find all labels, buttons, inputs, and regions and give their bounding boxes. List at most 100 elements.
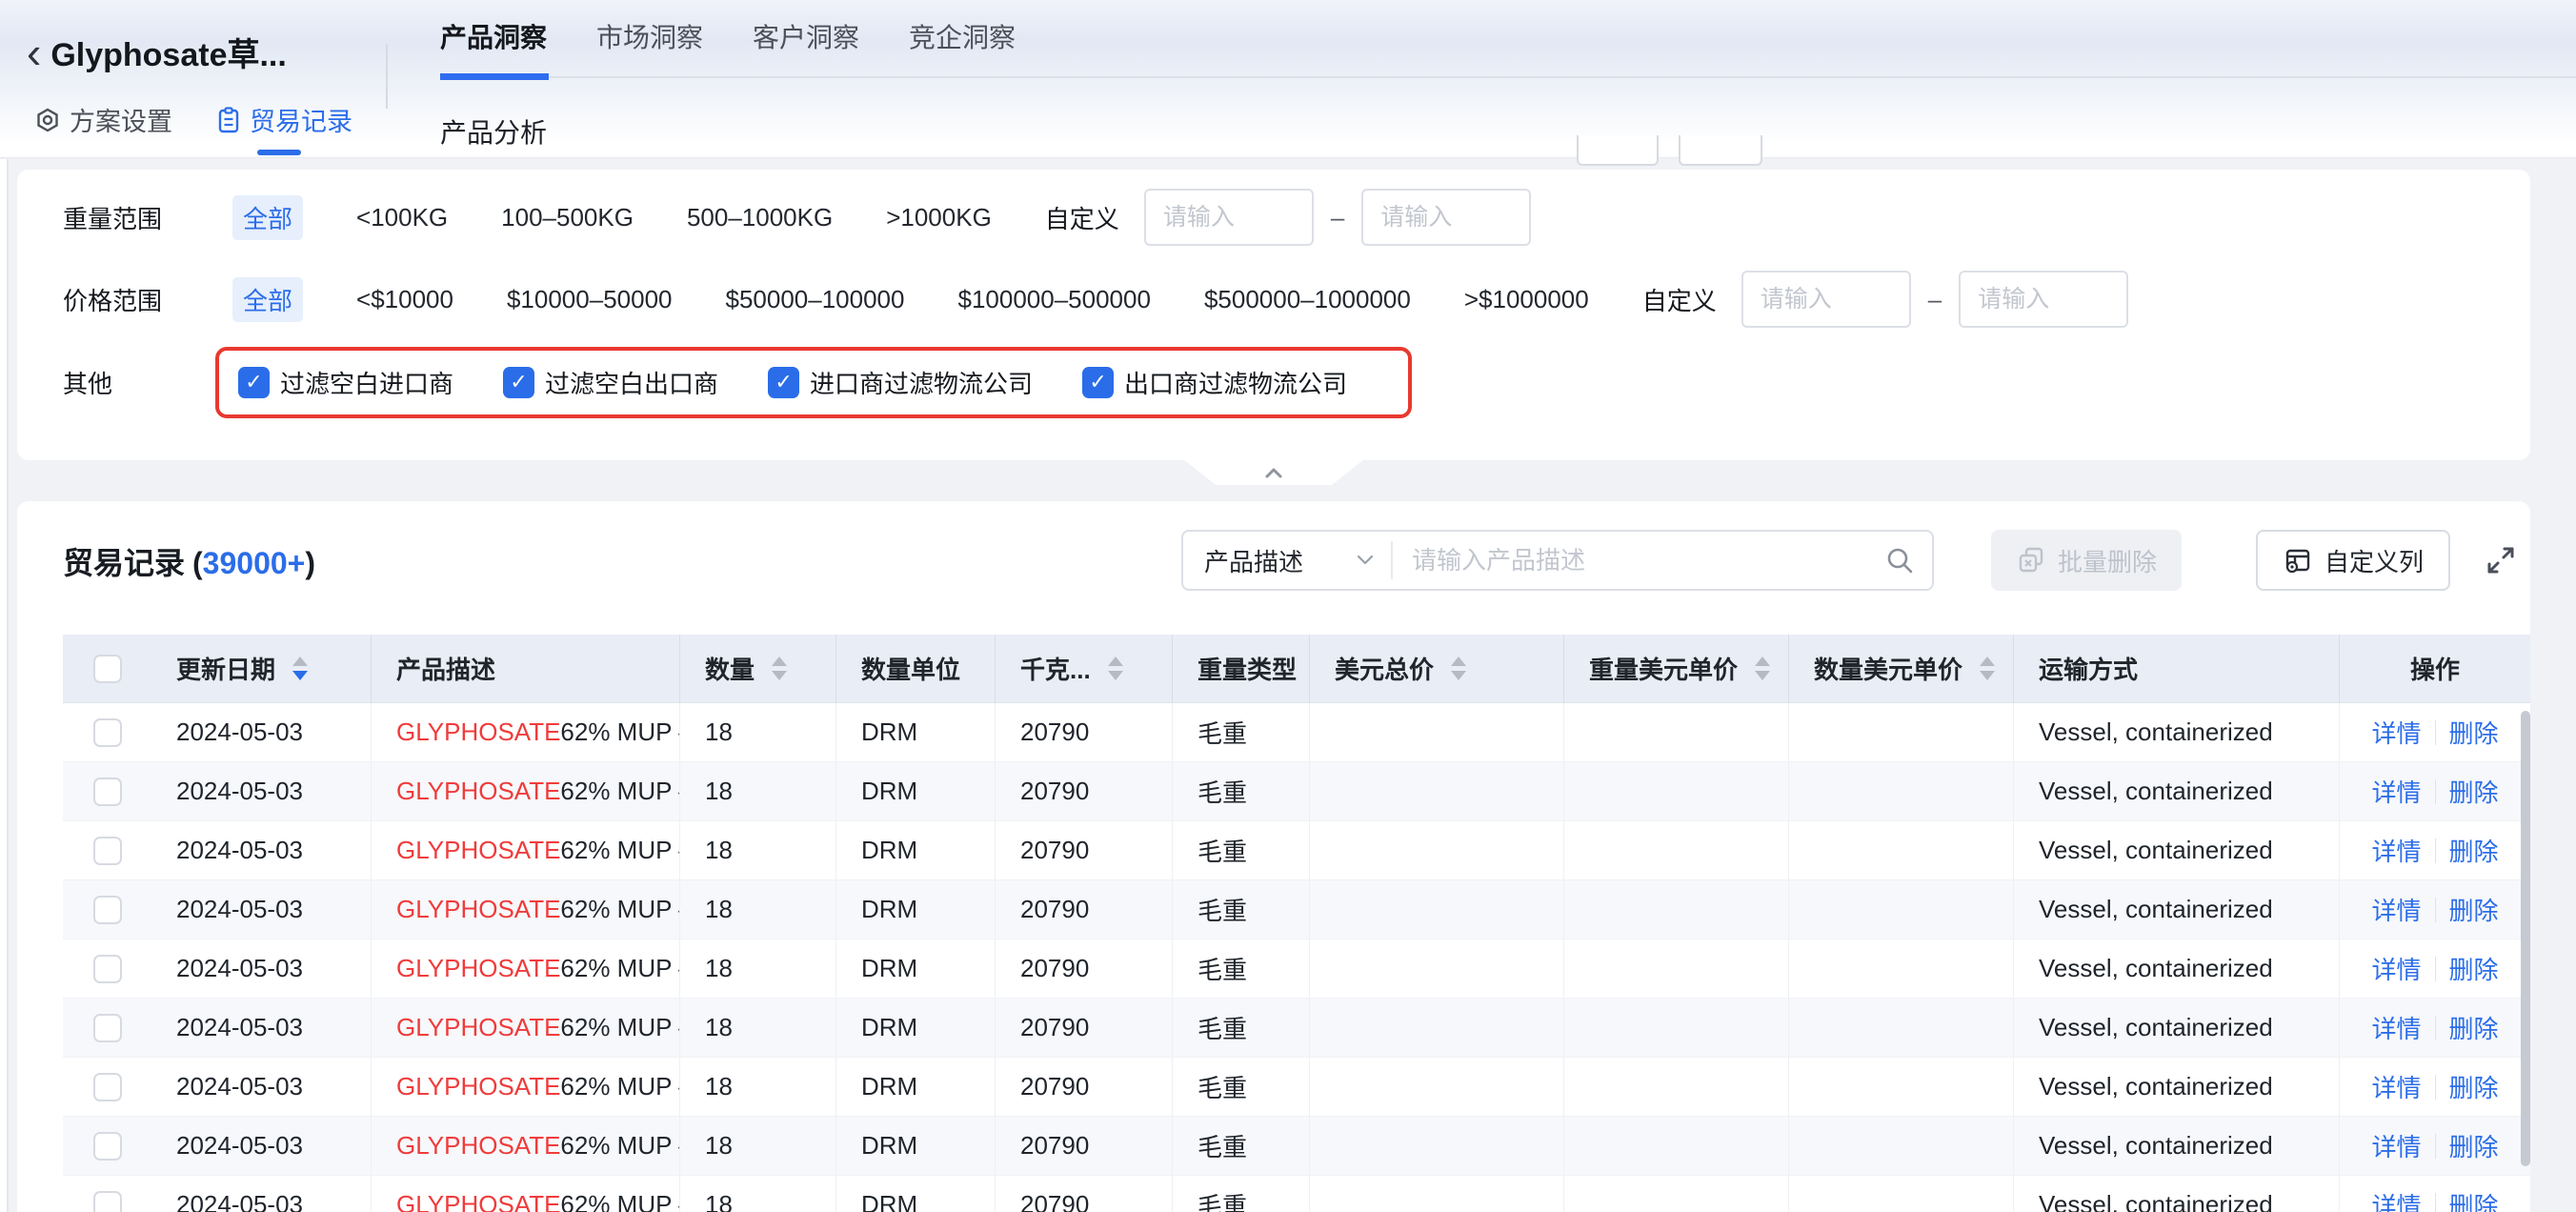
- table-row: 2024-05-03GLYPHOSATE 62% MUP – I...18DRM…: [63, 703, 2530, 762]
- price-option[interactable]: >$1000000: [1464, 285, 1589, 314]
- weight-option[interactable]: 全部: [232, 195, 303, 240]
- detail-link[interactable]: 详情: [2371, 774, 2421, 809]
- row-checkbox[interactable]: [93, 955, 122, 983]
- row-checkbox[interactable]: [93, 1073, 122, 1101]
- row-checkbox[interactable]: [93, 718, 122, 747]
- checkbox-checked-icon[interactable]: ✓: [1082, 367, 1114, 398]
- column-header-label: 运输方式: [2039, 651, 2138, 686]
- tab-market-insight[interactable]: 市场洞察: [596, 17, 703, 55]
- row-checkbox[interactable]: [93, 837, 122, 865]
- detail-link[interactable]: 详情: [2371, 1187, 2421, 1212]
- sort-icon[interactable]: [292, 656, 308, 680]
- tab-competitor-insight[interactable]: 竞企洞察: [909, 17, 1016, 55]
- cell-product-description: GLYPHOSATE 62% MUP – I...: [372, 999, 680, 1058]
- row-checkbox[interactable]: [93, 1191, 122, 1212]
- clipped-input[interactable]: [1679, 135, 1762, 166]
- subnav-item-trade-records[interactable]: 贸易记录: [216, 101, 352, 138]
- detail-link[interactable]: 详情: [2371, 833, 2421, 868]
- detail-link[interactable]: 详情: [2371, 1128, 2421, 1163]
- column-header[interactable]: 数量: [680, 635, 836, 703]
- cell-usd-unit-quantity: [1789, 1117, 2014, 1176]
- weight-min-input[interactable]: [1144, 189, 1314, 246]
- select-all-checkbox[interactable]: [93, 655, 122, 683]
- tab-customer-insight[interactable]: 客户洞察: [753, 17, 859, 55]
- sort-icon[interactable]: [1451, 656, 1466, 680]
- price-custom-label[interactable]: 自定义: [1642, 282, 1717, 317]
- price-min-input[interactable]: [1741, 271, 1911, 328]
- sort-icon[interactable]: [772, 656, 787, 680]
- delete-link[interactable]: 删除: [2449, 1069, 2499, 1104]
- weight-option[interactable]: 100–500KG: [501, 203, 634, 232]
- column-header[interactable]: 更新日期: [151, 635, 372, 703]
- filter-checkbox-item[interactable]: ✓进口商过滤物流公司: [768, 365, 1033, 400]
- row-checkbox[interactable]: [93, 778, 122, 806]
- price-option[interactable]: $50000–100000: [726, 285, 905, 314]
- weight-option[interactable]: <100KG: [356, 203, 448, 232]
- product-description-text: 62% MUP – I...: [560, 954, 680, 983]
- back-icon[interactable]: ‹: [27, 33, 41, 71]
- checkbox-checked-icon[interactable]: ✓: [768, 367, 799, 398]
- weight-custom-label[interactable]: 自定义: [1045, 200, 1119, 235]
- row-checkbox[interactable]: [93, 1132, 122, 1161]
- search-field-select[interactable]: 产品描述: [1183, 543, 1391, 578]
- price-option[interactable]: <$10000: [356, 285, 453, 314]
- delete-link[interactable]: 删除: [2449, 833, 2499, 868]
- price-max-input[interactable]: [1959, 271, 2128, 328]
- price-option[interactable]: $100000–500000: [957, 285, 1150, 314]
- cell-product-description: GLYPHOSATE 62% MUP – I...: [372, 939, 680, 999]
- price-option[interactable]: $10000–50000: [507, 285, 673, 314]
- row-checkbox[interactable]: [93, 896, 122, 924]
- delete-link[interactable]: 删除: [2449, 715, 2499, 750]
- subnav-item-scheme-settings[interactable]: 方案设置: [34, 101, 172, 138]
- cell-weight-type: 毛重: [1173, 1176, 1310, 1212]
- weight-max-input[interactable]: [1361, 189, 1531, 246]
- tab-product-analysis[interactable]: 产品分析: [440, 112, 547, 151]
- sub-nav: 方案设置 贸易记录: [34, 101, 352, 138]
- filter-checkbox-item[interactable]: ✓过滤空白出口商: [503, 365, 718, 400]
- filter-checkbox-item[interactable]: ✓出口商过滤物流公司: [1082, 365, 1347, 400]
- column-header[interactable]: 美元总价: [1310, 635, 1564, 703]
- cell-usd-unit-weight: [1564, 939, 1789, 999]
- delete-link[interactable]: 删除: [2449, 1010, 2499, 1045]
- column-header[interactable]: 千克...: [996, 635, 1173, 703]
- column-header[interactable]: 数量美元单价: [1789, 635, 2014, 703]
- batch-delete-button[interactable]: 批量删除: [1991, 530, 2182, 591]
- sort-icon[interactable]: [1108, 656, 1123, 680]
- detail-link[interactable]: 详情: [2371, 1010, 2421, 1045]
- delete-link[interactable]: 删除: [2449, 1128, 2499, 1163]
- cell-usd-total: [1310, 821, 1564, 880]
- checkbox-checked-icon[interactable]: ✓: [503, 367, 534, 398]
- cell-actions: 详情 删除: [2340, 1176, 2530, 1212]
- vertical-scrollbar[interactable]: [2521, 711, 2530, 1166]
- weight-option[interactable]: 500–1000KG: [687, 203, 833, 232]
- price-option[interactable]: 全部: [232, 277, 303, 322]
- delete-link[interactable]: 删除: [2449, 774, 2499, 809]
- sort-icon[interactable]: [1755, 656, 1770, 680]
- delete-link[interactable]: 删除: [2449, 892, 2499, 927]
- delete-link[interactable]: 删除: [2449, 1187, 2499, 1212]
- weight-option[interactable]: >1000KG: [886, 203, 992, 232]
- custom-columns-button[interactable]: 自定义列: [2256, 530, 2450, 591]
- tab-product-insight[interactable]: 产品洞察: [440, 17, 547, 55]
- detail-link[interactable]: 详情: [2371, 892, 2421, 927]
- fullscreen-icon[interactable]: [2485, 544, 2517, 576]
- detail-link[interactable]: 详情: [2371, 715, 2421, 750]
- detail-link[interactable]: 详情: [2371, 1069, 2421, 1104]
- cell-weight-type: 毛重: [1173, 999, 1310, 1058]
- clipped-input[interactable]: [1577, 135, 1659, 166]
- cell-weight-type: 毛重: [1173, 939, 1310, 999]
- search-icon[interactable]: [1884, 545, 1915, 576]
- row-checkbox[interactable]: [93, 1014, 122, 1042]
- filter-checkbox-item[interactable]: ✓过滤空白进口商: [238, 365, 453, 400]
- column-header[interactable]: 重量美元单价: [1564, 635, 1789, 703]
- trade-records-icon: [216, 107, 241, 133]
- collapse-filters-button[interactable]: [1183, 459, 1364, 485]
- cell-usd-unit-quantity: [1789, 762, 2014, 821]
- search-input[interactable]: [1393, 546, 1884, 576]
- sort-icon[interactable]: [1980, 656, 1995, 680]
- action-divider: [2435, 1193, 2436, 1212]
- detail-link[interactable]: 详情: [2371, 951, 2421, 986]
- price-option[interactable]: $500000–1000000: [1204, 285, 1411, 314]
- delete-link[interactable]: 删除: [2449, 951, 2499, 986]
- checkbox-checked-icon[interactable]: ✓: [238, 367, 270, 398]
